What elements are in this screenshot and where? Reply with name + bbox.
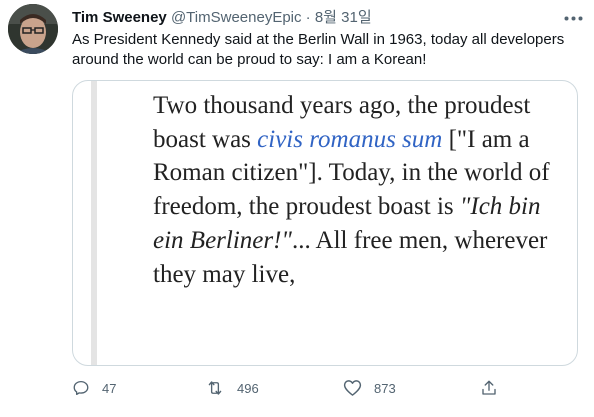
share-icon [482, 380, 496, 395]
tweet-header: Tim Sweeney @TimSweeneyEpic · 8월 31일 [72, 8, 372, 28]
action-bar: 47 496 873 [72, 374, 582, 402]
separator-dot: · [305, 9, 311, 26]
quote-bar [91, 81, 97, 365]
heart-icon [343, 380, 362, 396]
retweet-button[interactable]: 496 [205, 374, 259, 402]
user-handle[interactable]: @TimSweeneyEpic [171, 9, 302, 26]
retweet-icon [208, 381, 222, 395]
like-count: 873 [374, 380, 396, 396]
tweet-image[interactable]: Two thousand years ago, the proudest boa… [72, 80, 578, 366]
retweet-count: 496 [237, 380, 259, 396]
avatar-image [8, 4, 58, 54]
share-button[interactable] [480, 374, 498, 402]
reply-icon [73, 380, 89, 396]
reply-count: 47 [102, 380, 117, 396]
more-icon[interactable] [556, 4, 590, 32]
display-name[interactable]: Tim Sweeney [72, 9, 167, 26]
tweet-text: As President Kennedy said at the Berlin … [72, 31, 565, 68]
tweet[interactable]: Tim Sweeney @TimSweeneyEpic · 8월 31일 As … [0, 0, 594, 417]
quote-link-civis: civis romanus sum [257, 125, 443, 153]
reply-button[interactable]: 47 [72, 374, 116, 402]
like-button[interactable]: 873 [343, 374, 396, 402]
avatar[interactable] [8, 4, 58, 54]
quote-text: Two thousand years ago, the proudest boa… [153, 89, 553, 291]
tweet-date[interactable]: 8월 31일 [315, 9, 372, 26]
